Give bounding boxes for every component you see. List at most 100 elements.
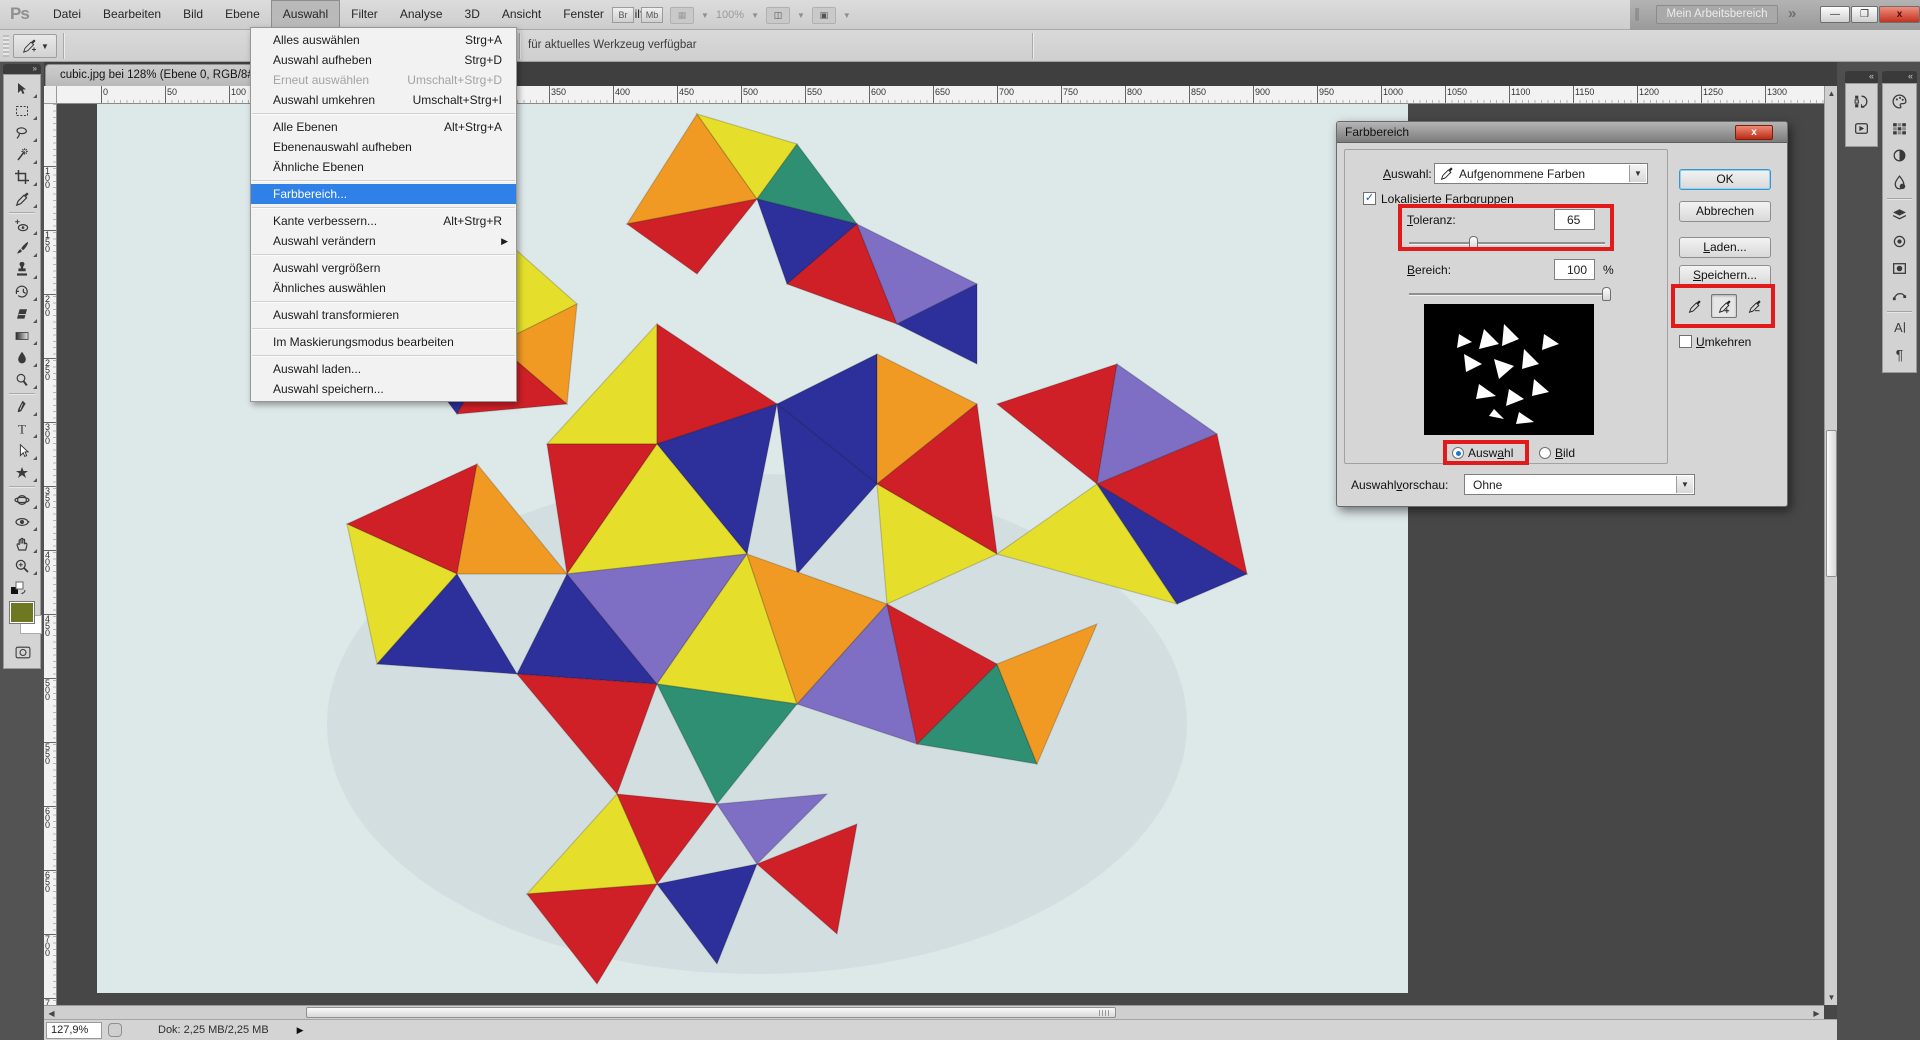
menu-datei[interactable]: Datei [42, 0, 92, 30]
mask-thumbnail-panel-icon[interactable] [1883, 255, 1916, 282]
scroll-right-icon[interactable]: ▶ [1810, 1009, 1823, 1018]
menu-item[interactable]: Auswahl vergrößern [251, 258, 516, 278]
selection-preview-dropdown[interactable]: Ohne ▼ [1464, 474, 1695, 495]
close-button[interactable]: x [1879, 6, 1920, 23]
eyedropper-tool[interactable] [4, 188, 40, 210]
dropdown-caret-icon[interactable]: ▼ [1629, 165, 1646, 182]
character-panel-icon[interactable]: A [1883, 314, 1916, 341]
blur-tool[interactable] [4, 347, 40, 369]
lasso-tool[interactable] [4, 122, 40, 144]
load-button[interactable]: Laden... [1679, 237, 1771, 258]
sample-eyedropper-button[interactable] [1681, 294, 1707, 318]
horizontal-scroll-thumb[interactable] [306, 1007, 1116, 1018]
preview-dropdown-caret-icon[interactable]: ▼ [1676, 476, 1693, 493]
menu-item[interactable]: Im Maskierungsmodus bearbeiten [251, 332, 516, 352]
menu-item[interactable]: Erneut auswählenUmschalt+Strg+D [251, 70, 516, 90]
orbit-3d-tool[interactable] [4, 511, 40, 533]
save-button[interactable]: Speichern... [1679, 265, 1771, 286]
gradient-tool[interactable] [4, 325, 40, 347]
color-panel-icon[interactable] [1883, 88, 1916, 115]
dialog-close-button[interactable]: x [1735, 125, 1773, 140]
paragraph-panel-icon[interactable]: ¶ [1883, 341, 1916, 368]
view-extras-icon[interactable]: ▦ [670, 7, 694, 24]
pen-tool[interactable] [4, 396, 40, 418]
range-value-field[interactable]: 100 [1554, 259, 1595, 280]
healing-tool[interactable] [4, 215, 40, 237]
menu-auswahl[interactable]: Auswahl [271, 0, 340, 30]
swatches-panel-icon[interactable] [1883, 115, 1916, 142]
image-radio[interactable] [1539, 447, 1551, 459]
menu-3d[interactable]: 3D [454, 0, 491, 30]
mobile-icon[interactable]: Mb [641, 7, 663, 23]
masks-panel-icon[interactable] [1883, 169, 1916, 196]
menu-item[interactable]: Ähnliche Ebenen [251, 157, 516, 177]
menu-filter[interactable]: Filter [340, 0, 389, 30]
vertical-ruler[interactable]: 1001502002503003504004505005506006507007… [44, 104, 57, 1005]
menu-item[interactable]: Auswahl transformieren [251, 305, 516, 325]
restore-button[interactable]: ❐ [1851, 6, 1878, 23]
workspace-button[interactable]: Mein Arbeitsbereich [1656, 5, 1778, 24]
menu-item[interactable]: Kante verbessern...Alt+Strg+R [251, 211, 516, 231]
zoom-caret-icon[interactable]: ▼ [751, 11, 759, 20]
ok-button[interactable]: OK [1679, 169, 1771, 190]
menu-item[interactable]: Auswahl verändern▶ [251, 231, 516, 251]
history-panel-icon[interactable] [1846, 88, 1877, 115]
hand-tool[interactable] [4, 533, 40, 555]
dodge-tool[interactable] [4, 369, 40, 391]
actions-panel-icon[interactable] [1846, 115, 1877, 142]
status-flyout-icon[interactable]: ▶ [297, 1025, 304, 1036]
menu-item[interactable]: Auswahl laden... [251, 359, 516, 379]
fuzziness-slider[interactable] [1409, 242, 1605, 244]
adjustments-panel-icon[interactable] [1883, 142, 1916, 169]
current-tool-preset[interactable]: ▼ [13, 34, 57, 58]
custom-shape-tool[interactable] [4, 462, 40, 484]
fuzziness-value-field[interactable]: 65 [1554, 209, 1595, 230]
foreground-color-swatch[interactable] [10, 602, 34, 623]
workspace-chevrons-icon[interactable]: » [1788, 5, 1796, 22]
menu-analyse[interactable]: Analyse [389, 0, 454, 30]
type-tool[interactable]: T [4, 418, 40, 440]
invert-checkbox[interactable] [1679, 335, 1692, 348]
menu-item[interactable]: Auswahl speichern... [251, 379, 516, 399]
minimize-button[interactable]: — [1820, 6, 1850, 23]
default-colors-icon[interactable] [10, 581, 40, 600]
menu-bearbeiten[interactable]: Bearbeiten [92, 0, 172, 30]
paths-panel-icon[interactable] [1883, 282, 1916, 309]
rectangular-marquee-tool[interactable] [4, 100, 40, 122]
localized-color-clusters-checkbox[interactable]: ✓ [1363, 192, 1376, 205]
menu-item[interactable]: Alles auswählenStrg+A [251, 30, 516, 50]
quick-mask-button[interactable] [13, 644, 40, 664]
zoom-percentage-field[interactable]: 127,9% [46, 1022, 102, 1039]
menu-item[interactable]: Auswahl umkehrenUmschalt+Strg+I [251, 90, 516, 110]
history-brush-tool[interactable] [4, 281, 40, 303]
rotate-3d-tool[interactable] [4, 489, 40, 511]
range-slider[interactable] [1409, 293, 1609, 295]
direct-selection-tool[interactable] [4, 440, 40, 462]
fuzziness-slider-thumb[interactable] [1469, 236, 1478, 250]
dock1-collapse-icon[interactable]: « [1845, 71, 1878, 83]
menu-fenster[interactable]: Fenster [552, 0, 615, 30]
menu-item[interactable]: Ähnliches auswählen [251, 278, 516, 298]
screen-mode-caret-icon[interactable]: ▼ [843, 11, 851, 20]
menu-bild[interactable]: Bild [172, 0, 214, 30]
layers-panel-icon[interactable] [1883, 201, 1916, 228]
vertical-scrollbar[interactable]: ▲ ▼ [1824, 86, 1837, 1005]
tools-collapse-icon[interactable]: » [3, 64, 41, 74]
subtract-from-sample-eyedropper-button[interactable] [1741, 294, 1767, 318]
menu-item[interactable]: Auswahl aufhebenStrg+D [251, 50, 516, 70]
menu-item[interactable]: Farbbereich... [251, 184, 516, 204]
menu-ansicht[interactable]: Ansicht [491, 0, 552, 30]
horizontal-scrollbar[interactable]: ◀ ▶ [44, 1005, 1824, 1019]
magic-wand-tool[interactable] [4, 144, 40, 166]
cancel-button[interactable]: Abbrechen [1679, 201, 1771, 222]
arrange-documents-icon[interactable]: ◫ [766, 7, 790, 24]
view-extras-caret-icon[interactable]: ▼ [701, 11, 709, 20]
dock2-collapse-icon[interactable]: « [1882, 71, 1917, 83]
move-tool[interactable] [4, 78, 40, 100]
menu-item[interactable]: Alle EbenenAlt+Strg+A [251, 117, 516, 137]
menu-ebene[interactable]: Ebene [214, 0, 271, 30]
zoom-level-value[interactable]: 100% [716, 9, 744, 21]
arrange-caret-icon[interactable]: ▼ [797, 11, 805, 20]
channels-panel-icon[interactable] [1883, 228, 1916, 255]
ruler-corner[interactable] [44, 86, 57, 104]
